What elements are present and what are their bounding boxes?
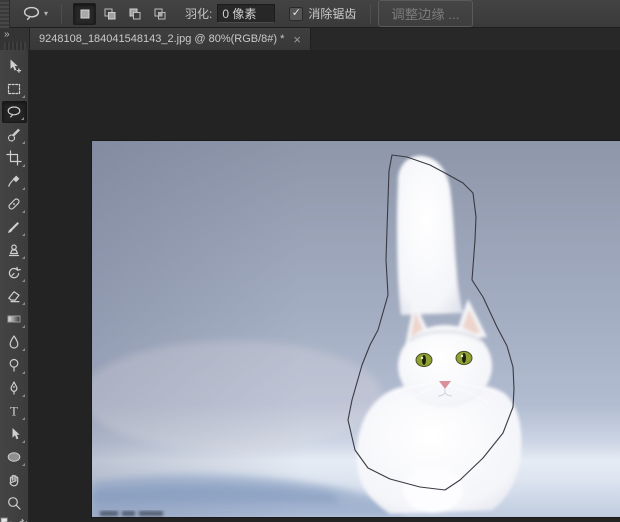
close-icon[interactable]: × [293, 33, 301, 46]
tool-eraser[interactable] [2, 285, 27, 307]
tools-panel-collapse-button[interactable]: » [0, 28, 30, 50]
tool-move[interactable] [2, 55, 27, 77]
tool-lasso[interactable] [1, 101, 27, 123]
antialias-option: ✓ 消除锯齿 [289, 5, 356, 22]
history-brush-icon [8, 266, 21, 279]
tool-hand[interactable] [2, 469, 27, 491]
antialias-label: 消除锯齿 [308, 7, 357, 21]
tool-ellipse-shape[interactable] [2, 446, 27, 468]
feather-input[interactable] [217, 4, 276, 23]
path-selection-arrow-icon [12, 428, 20, 440]
color-swatch-row [0, 516, 29, 522]
subtract-from-selection-button[interactable] [123, 3, 146, 25]
double-arrow-icon: » [4, 29, 10, 40]
tool-horizontal-type[interactable]: T [2, 400, 27, 422]
canvas-pasteboard[interactable] [29, 50, 620, 522]
clone-stamp-icon [8, 244, 20, 257]
tool-eyedropper[interactable] [2, 170, 27, 192]
quick-selection-icon [7, 128, 20, 142]
magnifier-icon [8, 497, 21, 510]
cat-photo [82, 141, 620, 517]
gradient-icon [7, 315, 21, 323]
tool-quick-selection[interactable] [2, 124, 27, 146]
refine-edge-button[interactable]: 调整边缘 ... [378, 0, 473, 27]
eraser-icon [8, 291, 20, 303]
tool-dodge[interactable] [2, 354, 27, 376]
blur-drop-icon [9, 335, 19, 349]
tool-rectangular-marquee[interactable] [2, 78, 27, 100]
lasso-icon [23, 6, 40, 21]
selection-mode-group [73, 2, 171, 25]
spot-healing-brush-icon [8, 198, 20, 210]
add-to-selection-button[interactable] [98, 3, 121, 25]
workspace: T [0, 50, 620, 522]
tool-preset-picker[interactable]: ▾ [16, 2, 54, 25]
intersect-selection-button[interactable] [148, 3, 171, 25]
new-selection-icon [80, 9, 90, 18]
intersect-selection-icon [154, 8, 166, 19]
switch-colors-button[interactable] [15, 516, 29, 522]
panel-hatch [4, 42, 26, 50]
move-icon [10, 59, 22, 73]
tool-blur[interactable] [2, 331, 27, 353]
subtract-from-selection-icon [129, 8, 141, 19]
switch-arrows-icon [18, 518, 27, 522]
chevron-down-icon: ▾ [44, 9, 49, 18]
tool-gradient[interactable] [2, 308, 27, 330]
rectangular-marquee-icon [7, 83, 21, 95]
foreground-background-swatches[interactable] [0, 516, 13, 522]
document-tab[interactable]: 9248108_184041548143_2.jpg @ 80%(RGB/8#)… [30, 28, 312, 50]
type-icon: T [10, 404, 18, 419]
options-separator [370, 3, 372, 24]
tools-panel: T [0, 50, 29, 522]
document-image[interactable] [82, 141, 620, 517]
pen-icon [10, 381, 18, 395]
tool-spot-healing-brush[interactable] [2, 193, 27, 215]
new-selection-button[interactable] [73, 2, 97, 25]
tool-options-bar: ▾ 羽化: 0 像素 ✓ 消除锯齿 调整边缘 ... [0, 0, 620, 28]
brush-icon [8, 222, 19, 233]
document-tab-title: 9248108_184041548143_2.jpg @ 80%(RGB/8#)… [39, 33, 285, 45]
crop-icon [6, 150, 22, 166]
tool-brush[interactable] [2, 216, 27, 238]
options-separator [61, 3, 63, 24]
hand-icon [9, 474, 19, 487]
tool-pen[interactable] [2, 377, 27, 399]
options-bar-gripper[interactable] [0, 0, 10, 28]
add-to-selection-icon [104, 8, 116, 19]
tool-history-brush[interactable] [2, 262, 27, 284]
photoshop-window: ▾ 羽化: 0 像素 ✓ 消除锯齿 调整边缘 ... » 9248108_184… [0, 0, 620, 522]
tool-crop[interactable] [2, 147, 27, 169]
lasso-icon [7, 106, 21, 118]
tool-clone-stamp[interactable] [2, 239, 27, 261]
feather-label: 羽化: [185, 7, 213, 21]
tool-zoom[interactable] [2, 492, 27, 514]
document-tab-bar: » 9248108_184041548143_2.jpg @ 80%(RGB/8… [0, 28, 620, 50]
photo-watermark [100, 511, 163, 516]
ellipse-shape-icon [7, 452, 21, 462]
svg-text:T: T [10, 404, 18, 419]
color-swatches-icon [0, 516, 12, 522]
checkmark-icon: ✓ [291, 7, 301, 19]
eyedropper-icon [8, 175, 20, 187]
dodge-icon [9, 358, 19, 372]
tool-path-selection[interactable] [2, 423, 27, 445]
antialias-checkbox[interactable]: ✓ [289, 6, 304, 21]
